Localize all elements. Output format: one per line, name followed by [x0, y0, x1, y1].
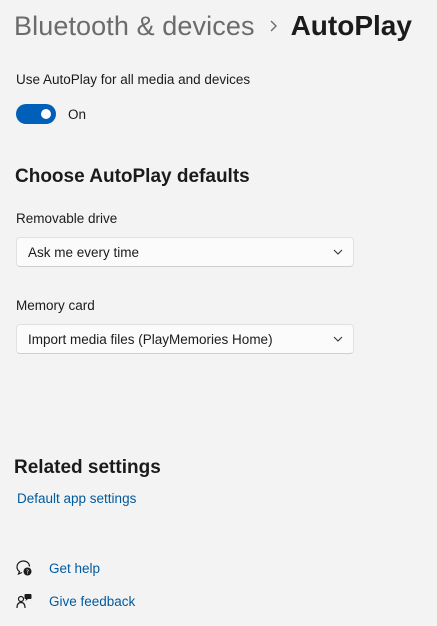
removable-drive-value: Ask me every time [28, 244, 140, 260]
give-feedback-row[interactable]: Give feedback [14, 591, 135, 611]
toggle-knob [41, 109, 51, 119]
memory-card-value: Import media files (PlayMemories Home) [28, 331, 273, 347]
autoplay-toggle-label: Use AutoPlay for all media and devices [16, 72, 251, 87]
chevron-right-icon [255, 17, 291, 35]
memory-card-label: Memory card [16, 298, 95, 313]
toggle-state-text: On [68, 106, 87, 122]
get-help-row[interactable]: ? Get help [14, 558, 100, 578]
autoplay-toggle-row: On [16, 104, 86, 124]
help-chat-icon: ? [14, 558, 34, 578]
breadcrumb-parent-link[interactable]: Bluetooth & devices [14, 11, 255, 42]
chevron-down-icon [323, 336, 353, 342]
removable-drive-label: Removable drive [16, 211, 118, 226]
get-help-link[interactable]: Get help [49, 561, 100, 576]
page-title: AutoPlay [290, 10, 412, 41]
feedback-icon [14, 591, 34, 611]
related-settings-title: Related settings [14, 457, 161, 478]
defaults-section-title: Choose AutoPlay defaults [15, 166, 250, 187]
chevron-down-icon [323, 249, 353, 255]
autoplay-toggle-switch[interactable] [16, 104, 56, 124]
memory-card-dropdown[interactable]: Import media files (PlayMemories Home) [16, 324, 354, 354]
svg-text:?: ? [26, 569, 29, 576]
breadcrumb: Bluetooth & devices AutoPlay [14, 6, 412, 46]
default-app-settings-link[interactable]: Default app settings [17, 491, 136, 506]
removable-drive-dropdown[interactable]: Ask me every time [16, 237, 354, 267]
give-feedback-link[interactable]: Give feedback [49, 594, 135, 609]
